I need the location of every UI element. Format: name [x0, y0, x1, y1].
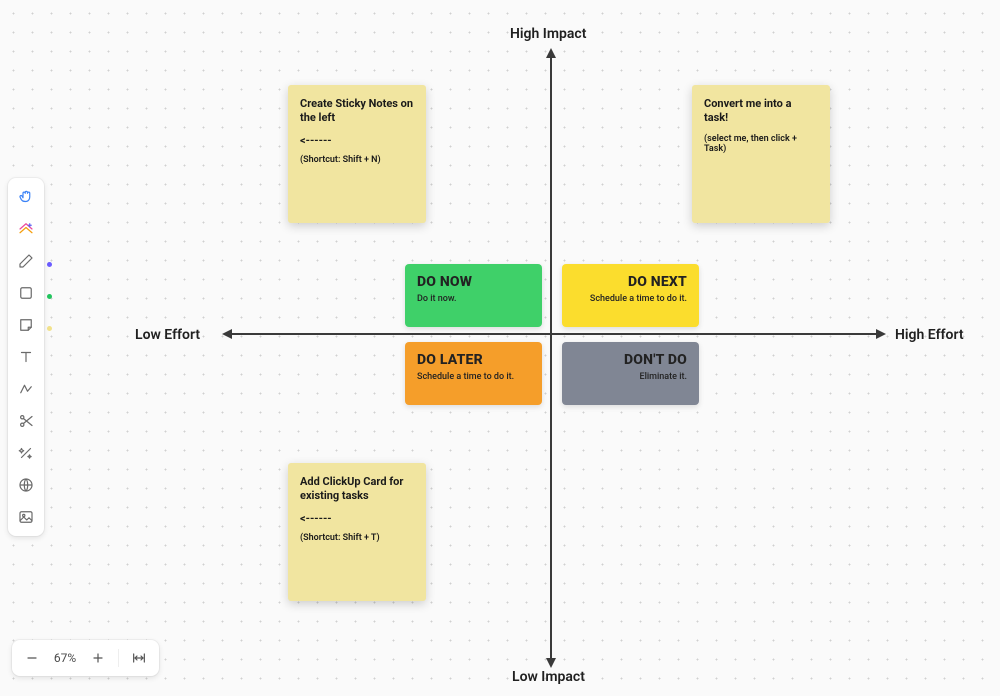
globe-icon [17, 476, 35, 494]
plus-icon [90, 650, 106, 666]
quadrant-do-now-title: DO NOW [417, 274, 530, 290]
sticky-create-title: Create Sticky Notes on the left [300, 97, 414, 126]
tool-hand[interactable] [11, 182, 41, 212]
sticky-convert-meta: (select me, then click + Task) [704, 134, 818, 154]
sticky-addcard-meta: (Shortcut: Shift + T) [300, 533, 414, 543]
tool-home[interactable] [11, 214, 41, 244]
quadrant-do-later-subtitle: Schedule a time to do it. [417, 372, 530, 382]
tool-scissors[interactable] [11, 406, 41, 436]
sticky-create-arrow: <------ [300, 134, 414, 147]
swatch-shape [47, 294, 52, 299]
sticky-note-convert[interactable]: Convert me into a task! (select me, then… [692, 85, 830, 223]
axis-horizontal-line [230, 333, 878, 335]
sticky-addcard-arrow: <------ [300, 512, 414, 525]
magic-wand-icon [17, 444, 35, 462]
quadrant-dont-do-subtitle: Eliminate it. [574, 372, 687, 382]
tool-web[interactable] [11, 470, 41, 500]
tool-text[interactable] [11, 342, 41, 372]
fit-width-icon [131, 650, 147, 666]
tool-image[interactable] [11, 502, 41, 532]
sticky-note-icon [17, 316, 35, 334]
quadrant-do-now-subtitle: Do it now. [417, 294, 530, 304]
hand-icon [17, 188, 35, 206]
square-icon [17, 284, 35, 302]
left-toolbar [8, 178, 44, 536]
sticky-note-addcard[interactable]: Add ClickUp Card for existing tasks <---… [288, 463, 426, 601]
quadrant-do-next-title: DO NEXT [574, 274, 687, 290]
zoom-in-button[interactable] [84, 644, 112, 672]
zoom-level[interactable]: 67% [50, 651, 80, 665]
tool-shape[interactable] [11, 278, 41, 308]
zoom-bar: 67% [12, 640, 159, 676]
axis-label-right: High Effort [895, 327, 964, 343]
arrow-up-icon [546, 48, 556, 58]
minus-icon [24, 650, 40, 666]
axis-vertical-line [550, 56, 552, 660]
sticky-create-meta: (Shortcut: Shift + N) [300, 155, 414, 165]
sticky-note-create[interactable]: Create Sticky Notes on the left <------ … [288, 85, 426, 223]
tool-magic[interactable] [11, 438, 41, 468]
zoom-out-button[interactable] [18, 644, 46, 672]
text-icon [17, 348, 35, 366]
swatch-pen [47, 262, 52, 267]
scissors-icon [17, 412, 35, 430]
quadrant-do-next-subtitle: Schedule a time to do it. [574, 294, 687, 304]
whiteboard-canvas[interactable]: High Impact Low Impact Low Effort High E… [0, 0, 1000, 696]
home-plus-icon [17, 220, 35, 238]
connector-icon [17, 380, 35, 398]
pen-icon [17, 252, 35, 270]
sticky-addcard-title: Add ClickUp Card for existing tasks [300, 475, 414, 504]
fit-width-button[interactable] [125, 644, 153, 672]
tool-pen[interactable] [11, 246, 41, 276]
axis-label-top: High Impact [510, 26, 586, 42]
axis-label-bottom: Low Impact [512, 669, 585, 685]
quadrant-do-later[interactable]: DO LATER Schedule a time to do it. [405, 342, 542, 405]
swatch-sticky [47, 326, 52, 331]
sticky-convert-title: Convert me into a task! [704, 97, 818, 126]
zoom-separator [118, 649, 119, 667]
arrow-down-icon [546, 658, 556, 668]
quadrant-do-next[interactable]: DO NEXT Schedule a time to do it. [562, 264, 699, 327]
arrow-left-icon [222, 329, 232, 339]
arrow-right-icon [876, 329, 886, 339]
quadrant-dont-do[interactable]: DON'T DO Eliminate it. [562, 342, 699, 405]
tool-sticky[interactable] [11, 310, 41, 340]
quadrant-dont-do-title: DON'T DO [574, 352, 687, 368]
quadrant-do-now[interactable]: DO NOW Do it now. [405, 264, 542, 327]
quadrant-do-later-title: DO LATER [417, 352, 530, 368]
image-icon [17, 508, 35, 526]
axis-label-left: Low Effort [135, 327, 200, 343]
tool-connector[interactable] [11, 374, 41, 404]
